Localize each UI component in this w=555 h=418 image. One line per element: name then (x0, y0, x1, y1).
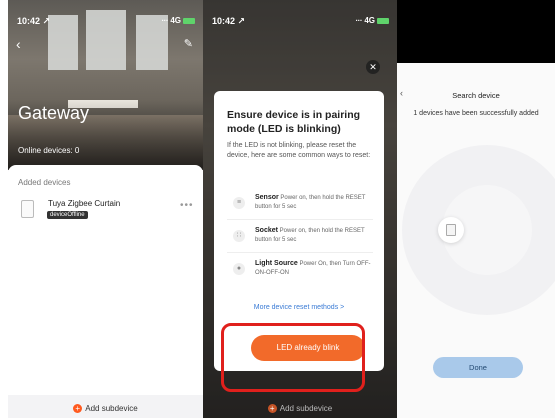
reset-method-name: Light Source (255, 260, 298, 267)
reset-method-sensor: ≡ Sensor Power on, then hold the RESET b… (227, 191, 373, 220)
gateway-screen: 10:42 ↗ ∙∙∙ 4G ‹ ✎ Gateway Online device… (8, 0, 203, 418)
more-options-icon[interactable]: ••• (180, 200, 194, 211)
success-message: 1 devices have been successfully added (413, 110, 539, 117)
back-icon[interactable]: ‹ (16, 36, 21, 52)
dialog-title: Ensure device is in pairing mode (LED is… (227, 109, 361, 135)
status-time: 10:42 ↗ (17, 16, 51, 26)
status-signal: ∙∙∙ 4G (161, 16, 195, 25)
reset-method-name: Socket (255, 227, 278, 234)
reset-method-name: Sensor (255, 194, 279, 201)
reset-method-socket: ∷ Socket Power on, then hold the RESET b… (227, 224, 373, 253)
dialog-description: If the LED is not blinking, please reset… (227, 142, 371, 159)
status-signal: ∙∙∙ 4G (355, 16, 389, 25)
added-devices-label: Added devices (18, 178, 71, 187)
plus-icon: + (73, 404, 83, 414)
bulb-icon: ● (233, 263, 245, 275)
plus-icon: + (267, 404, 277, 414)
battery-icon (377, 17, 389, 24)
found-device-icon[interactable] (438, 217, 464, 243)
battery-icon (183, 17, 195, 24)
edit-icon[interactable]: ✎ (184, 37, 193, 50)
page-title: Search device (452, 91, 500, 100)
more-reset-methods-link[interactable]: More device reset methods > (214, 304, 384, 311)
device-name[interactable]: Tuya Zigbee Curtain (48, 199, 120, 208)
search-device-screen: ‹ Search device 1 devices have been succ… (397, 0, 555, 418)
highlight-box (221, 323, 365, 392)
pairing-screen: 10:42 ↗ ∙∙∙ 4G ✕ Ensure device is in pai… (203, 0, 397, 418)
sensor-icon: ≡ (233, 197, 245, 209)
add-subdevice-button[interactable]: + Add subdevice (203, 404, 397, 414)
socket-icon: ∷ (233, 230, 245, 242)
online-devices-count: Online devices: 0 (18, 146, 80, 155)
curtain-device-icon (21, 200, 34, 218)
reset-method-light-source: ● Light Source Power On, then Turn OFF-O… (227, 257, 373, 285)
status-time: 10:42 ↗ (212, 16, 246, 26)
close-icon[interactable]: ✕ (366, 60, 380, 74)
done-button[interactable]: Done (433, 357, 523, 378)
add-subdevice-button[interactable]: + Add subdevice (8, 404, 203, 414)
page-title: Gateway (18, 103, 90, 123)
device-status-badge: deviceOffline (47, 211, 88, 219)
